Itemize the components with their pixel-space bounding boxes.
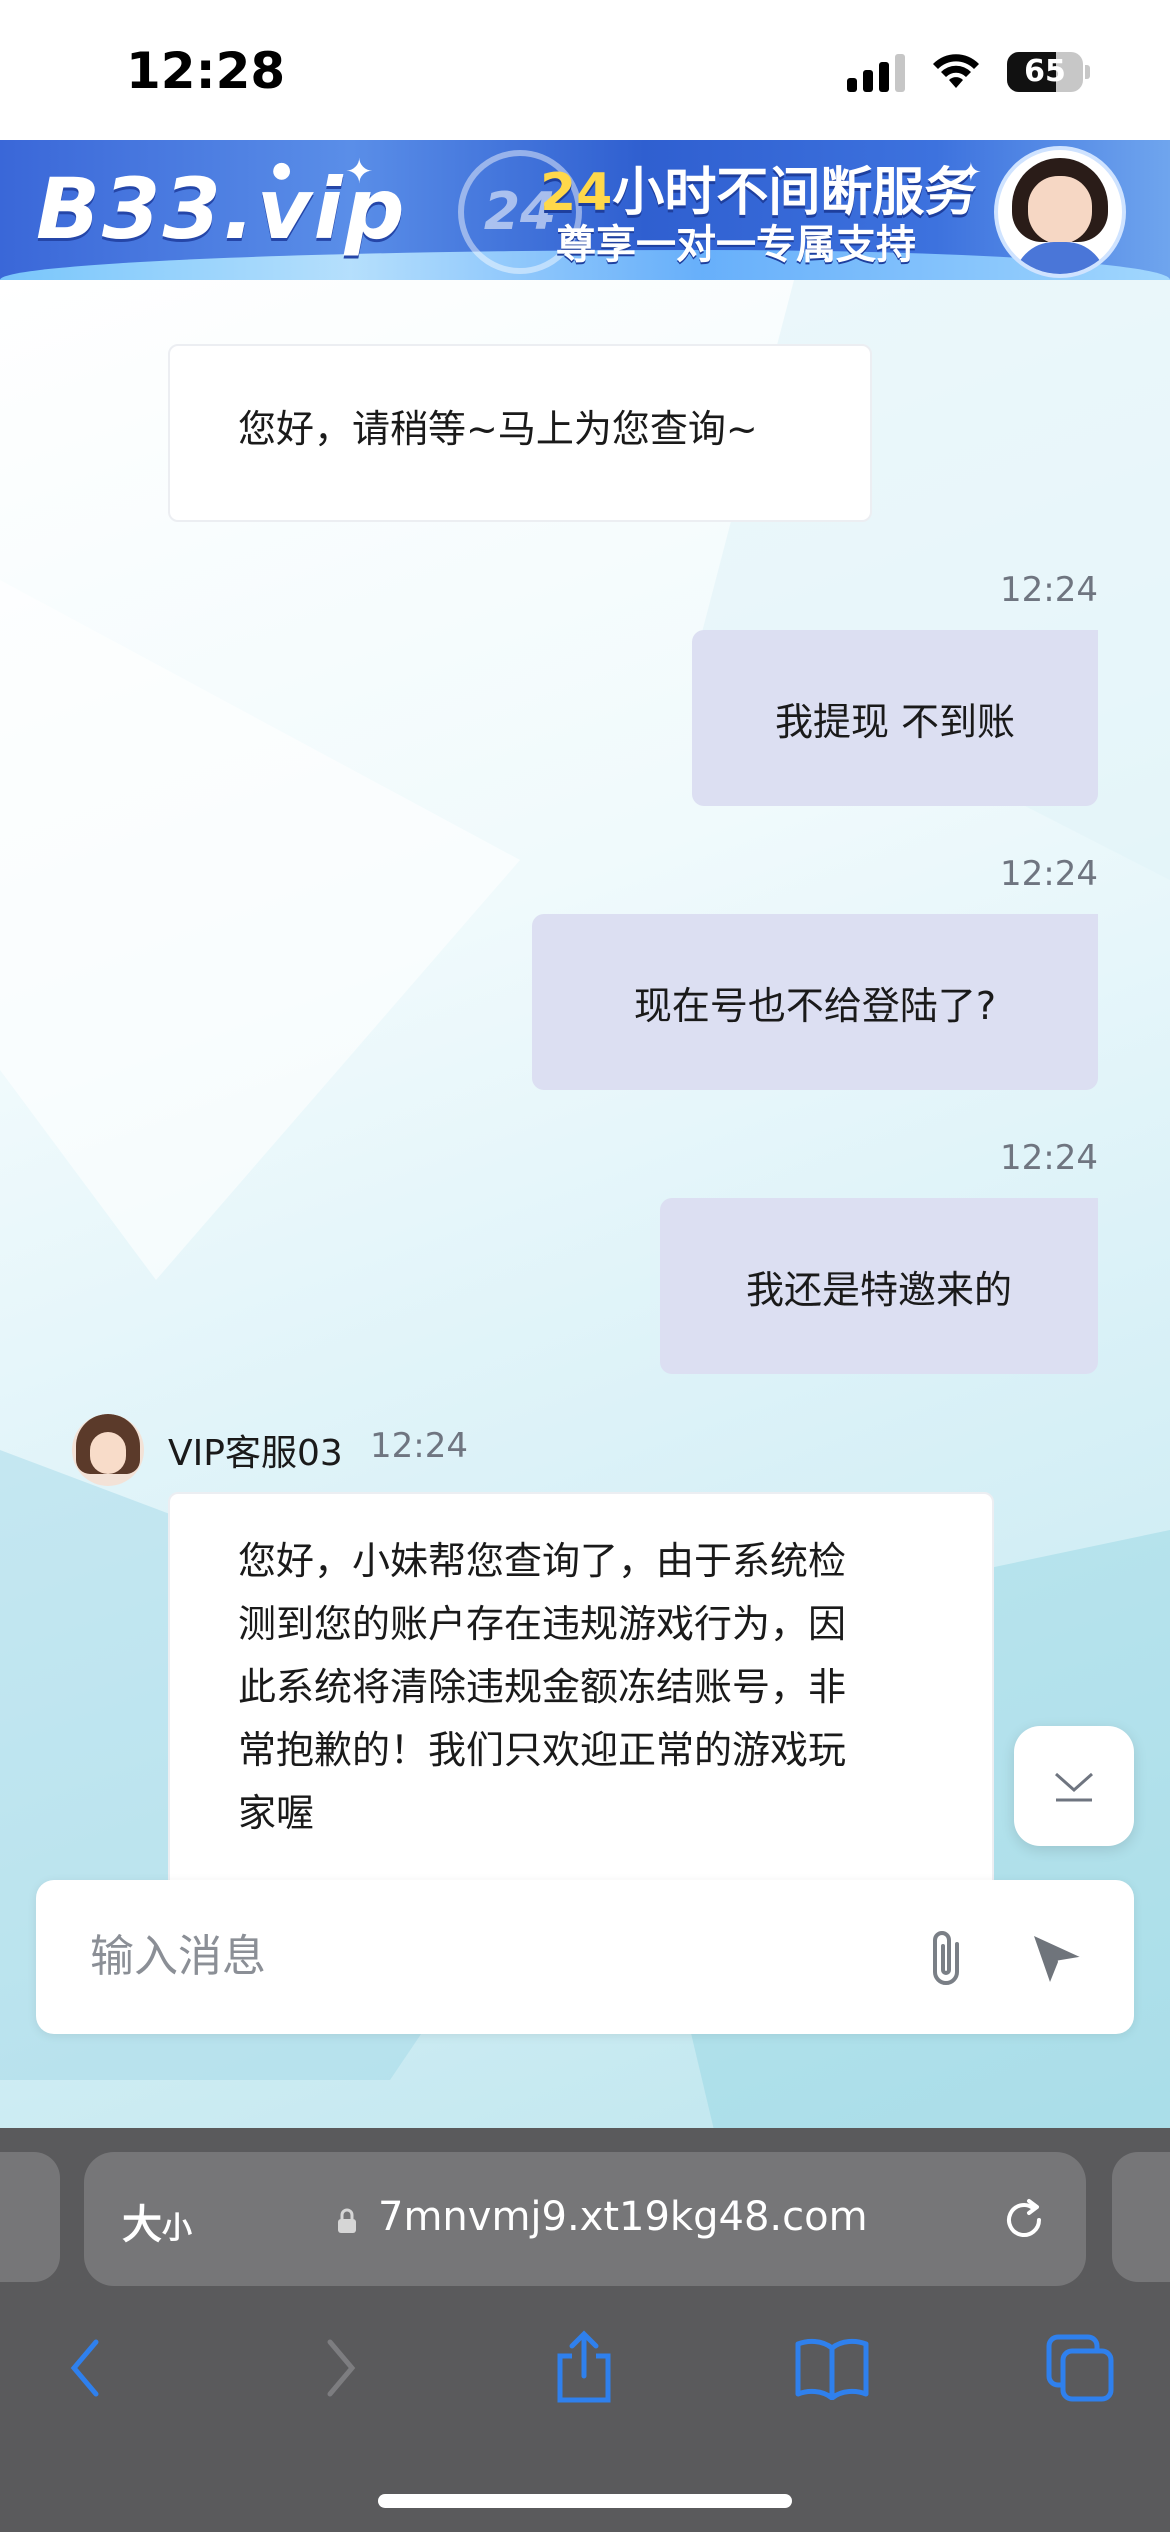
- text-size-small: 小: [162, 2211, 192, 2246]
- agent-name: VIP客服03: [168, 1433, 343, 1474]
- home-indicator[interactable]: [378, 2494, 792, 2508]
- chat-area[interactable]: 您好，请稍等~马上为您查询~ 12:24 我提现 不到账 12:24 现在号也不…: [0, 280, 1170, 2128]
- wifi-icon: [933, 54, 979, 88]
- back-icon: [70, 2339, 99, 2397]
- message-text: 我还是特邀来的: [745, 1267, 1012, 1312]
- attach-button[interactable]: [904, 1916, 988, 2000]
- tabs-button[interactable]: [1030, 2318, 1130, 2418]
- reload-button[interactable]: [992, 2188, 1056, 2252]
- forward-icon: [327, 2339, 356, 2397]
- status-bar: 12:28 65: [0, 0, 1170, 140]
- browser-nav: [0, 2318, 1170, 2428]
- back-button[interactable]: [36, 2318, 136, 2418]
- message-time: 12:24: [1000, 1138, 1098, 1178]
- sparkle-icon: ✦: [345, 152, 374, 192]
- bookmarks-button[interactable]: [782, 2318, 882, 2418]
- support-agent-avatar: [994, 146, 1126, 278]
- message-text: 我提现 不到账: [774, 699, 1016, 744]
- message-line: 此系统将清除违规金额冻结账号，非: [238, 1665, 847, 1709]
- user-message: 我提现 不到账: [692, 630, 1098, 806]
- message-line: 测到您的账户存在违规游戏行为，因: [238, 1602, 847, 1646]
- user-message: 我还是特邀来的: [660, 1198, 1098, 1374]
- share-button[interactable]: [534, 2318, 634, 2418]
- bookmarks-icon: [795, 2338, 869, 2400]
- message-time: 12:24: [370, 1426, 468, 1466]
- tabs-icon: [1046, 2334, 1114, 2402]
- message-line: 您好，小妹帮您查询了，由于系统检: [238, 1539, 847, 1583]
- message-input[interactable]: [88, 1920, 872, 1992]
- agent-message: 您好，请稍等~马上为您查询~: [168, 344, 872, 522]
- text-size-button[interactable]: 大小: [122, 2192, 192, 2250]
- sparkle-icon: ●: [272, 158, 292, 183]
- user-message: 现在号也不给登陆了?: [532, 914, 1098, 1090]
- reload-icon: [1007, 2199, 1041, 2237]
- message-time: 12:24: [1000, 854, 1098, 894]
- message-line: 家喔: [238, 1791, 315, 1835]
- send-button[interactable]: [1016, 1916, 1100, 2000]
- paperclip-icon: [933, 1931, 959, 1985]
- agent-message: 您好，小妹帮您查询了，由于系统检 测到您的账户存在违规游戏行为，因 此系统将清除…: [168, 1492, 994, 1892]
- status-time: 12:28: [126, 42, 286, 100]
- avatar[interactable]: [72, 1414, 144, 1486]
- chevron-down-icon: [1055, 1772, 1093, 1802]
- status-icons: 65: [847, 52, 1090, 92]
- message-text: 您好，请稍等~马上为您查询~: [238, 407, 758, 451]
- url-text: 7mnvmj9.xt19kg48.com: [378, 2194, 868, 2240]
- signal-icon: [847, 52, 905, 92]
- message-composer: [36, 1880, 1134, 2034]
- lock-icon: [338, 2208, 356, 2233]
- address-bar[interactable]: 大小 7mnvmj9.xt19kg48.com: [84, 2152, 1086, 2286]
- text-size-big: 大: [122, 2202, 162, 2248]
- message-text: 现在号也不给登陆了?: [633, 983, 997, 1028]
- scroll-to-bottom-button[interactable]: [1014, 1726, 1134, 1846]
- message-line: 常抱歉的！我们只欢迎正常的游戏玩: [238, 1728, 847, 1772]
- battery-percent: 65: [1024, 54, 1066, 89]
- next-tab-preview[interactable]: [1112, 2152, 1170, 2282]
- forward-button[interactable]: [290, 2318, 390, 2418]
- battery-icon: 65: [1007, 52, 1083, 92]
- send-icon: [1034, 1936, 1083, 1982]
- promo-banner[interactable]: B33.vip ✦ ✦ ● 24 24小时不间断服务 尊享一对一专属支持: [0, 140, 1170, 280]
- browser-toolbar: 大小 7mnvmj9.xt19kg48.com: [0, 2128, 1170, 2532]
- message-time: 12:24: [1000, 570, 1098, 610]
- banner-subtitle: 尊享一对一专属支持: [556, 222, 916, 268]
- share-icon: [557, 2330, 611, 2403]
- previous-tab-preview[interactable]: [0, 2152, 60, 2282]
